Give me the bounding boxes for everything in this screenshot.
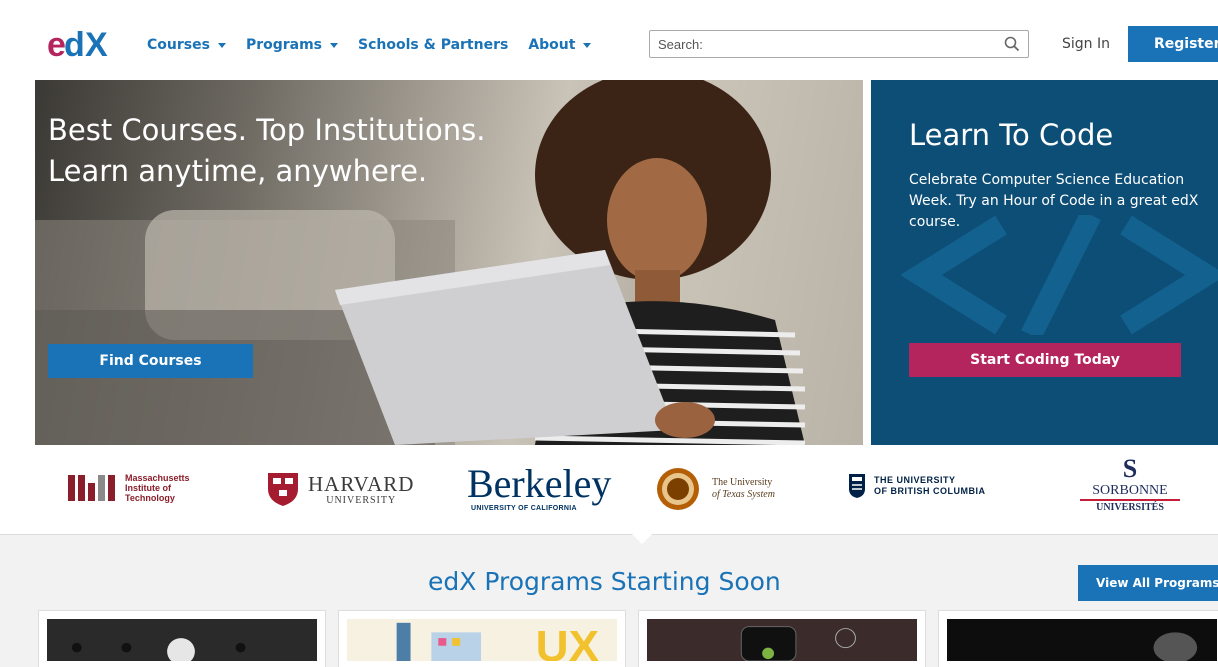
ut-system-logo[interactable]: The University of Texas System	[656, 467, 775, 511]
programs-title: edX Programs Starting Soon	[428, 567, 781, 596]
site-header: e d X Courses Programs Schools & Partner…	[0, 0, 1218, 90]
hero-title-line-2: Learn anytime, anywhere.	[48, 154, 428, 188]
mit-bars-icon	[68, 475, 115, 501]
ubc-logo[interactable]: THE UNIVERSITY OF BRITISH COLUMBIA	[848, 473, 986, 499]
sorbonne-mark: S	[1122, 454, 1138, 483]
nav-about-label: About	[528, 37, 576, 53]
ut-name-line-1: The University	[712, 477, 773, 488]
partner-logos: Massachusetts Institute of Technology HA…	[0, 445, 1218, 535]
hero-title-line-1: Best Courses. Top Institutions.	[48, 113, 486, 147]
find-courses-button[interactable]: Find Courses	[48, 344, 253, 378]
ubc-name-line-1: THE UNIVERSITY	[874, 475, 956, 485]
nav-schools-partners[interactable]: Schools & Partners	[358, 37, 508, 53]
program-card[interactable]	[638, 610, 926, 667]
harvard-subtitle: UNIVERSITY	[326, 494, 397, 506]
section-notch	[632, 534, 652, 544]
hero-banner: Best Courses. Top Institutions. Learn an…	[35, 80, 863, 445]
main-nav: Courses Programs Schools & Partners Abou…	[147, 37, 592, 53]
nav-courses[interactable]: Courses	[147, 37, 226, 53]
berkeley-subtitle: UNIVERSITY OF CALIFORNIA	[471, 505, 577, 512]
register-button[interactable]: Register	[1128, 26, 1218, 62]
sorbonne-logo[interactable]: S SORBONNE UNIVERSITÉS	[1080, 455, 1180, 513]
ut-name-line-2: of Texas System	[712, 489, 775, 500]
search-icon[interactable]	[1004, 36, 1020, 52]
nav-schools-partners-label: Schools & Partners	[358, 37, 509, 53]
program-card[interactable]: UX	[338, 610, 626, 667]
svg-text:X: X	[85, 28, 108, 62]
program-cards: UX	[38, 610, 1218, 667]
start-coding-button[interactable]: Start Coding Today	[909, 343, 1181, 377]
nav-programs-label: Programs	[245, 37, 323, 53]
program-card-image	[947, 619, 1217, 663]
program-card[interactable]	[938, 610, 1218, 667]
berkeley-logo[interactable]: Berkeley UNIVERSITY OF CALIFORNIA	[467, 461, 612, 513]
chevron-down-icon	[583, 42, 592, 48]
ubc-crest-icon	[849, 474, 865, 498]
sorbonne-rule	[1080, 499, 1180, 501]
code-panel-title: Learn To Code	[909, 118, 1114, 152]
program-card-image: UX	[347, 619, 617, 667]
program-card-image	[647, 619, 917, 662]
search-box	[649, 30, 1029, 58]
ut-seal-icon	[657, 468, 699, 510]
harvard-logo[interactable]: HARVARD UNIVERSITY	[266, 471, 414, 507]
chevron-down-icon	[217, 42, 226, 48]
program-card[interactable]	[38, 610, 326, 667]
harvard-name: HARVARD	[308, 471, 415, 496]
harvard-shield-icon	[268, 473, 298, 506]
svg-text:e: e	[47, 28, 65, 62]
code-brackets-icon	[901, 215, 1218, 335]
view-all-programs-button[interactable]: View All Programs	[1078, 565, 1218, 601]
nav-courses-label: Courses	[147, 37, 210, 53]
learn-to-code-panel: Learn To Code Celebrate Computer Science…	[871, 80, 1218, 445]
sorbonne-subtitle: UNIVERSITÉS	[1096, 502, 1164, 513]
search-input[interactable]	[658, 36, 1004, 52]
chevron-down-icon	[330, 42, 339, 48]
nav-about[interactable]: About	[528, 37, 592, 53]
sorbonne-name: SORBONNE	[1092, 483, 1168, 498]
code-panel-description: Celebrate Computer Science Education Wee…	[909, 172, 1199, 230]
programs-section: edX Programs Starting Soon View All Prog…	[0, 535, 1218, 667]
sign-in-link[interactable]: Sign In	[1062, 36, 1110, 52]
program-card-image	[47, 619, 317, 665]
svg-text:UX: UX	[536, 622, 600, 661]
mit-logo[interactable]: Massachusetts Institute of Technology	[68, 473, 207, 503]
svg-text:d: d	[64, 28, 83, 62]
ubc-name-line-2: OF BRITISH COLUMBIA	[874, 486, 986, 496]
berkeley-name: Berkeley	[467, 461, 612, 506]
edx-logo[interactable]: e d X	[47, 28, 117, 62]
mit-name: Massachusetts Institute of Technology	[125, 473, 190, 503]
hero-title: Best Courses. Top Institutions. Learn an…	[48, 110, 485, 192]
nav-programs[interactable]: Programs	[245, 37, 339, 53]
